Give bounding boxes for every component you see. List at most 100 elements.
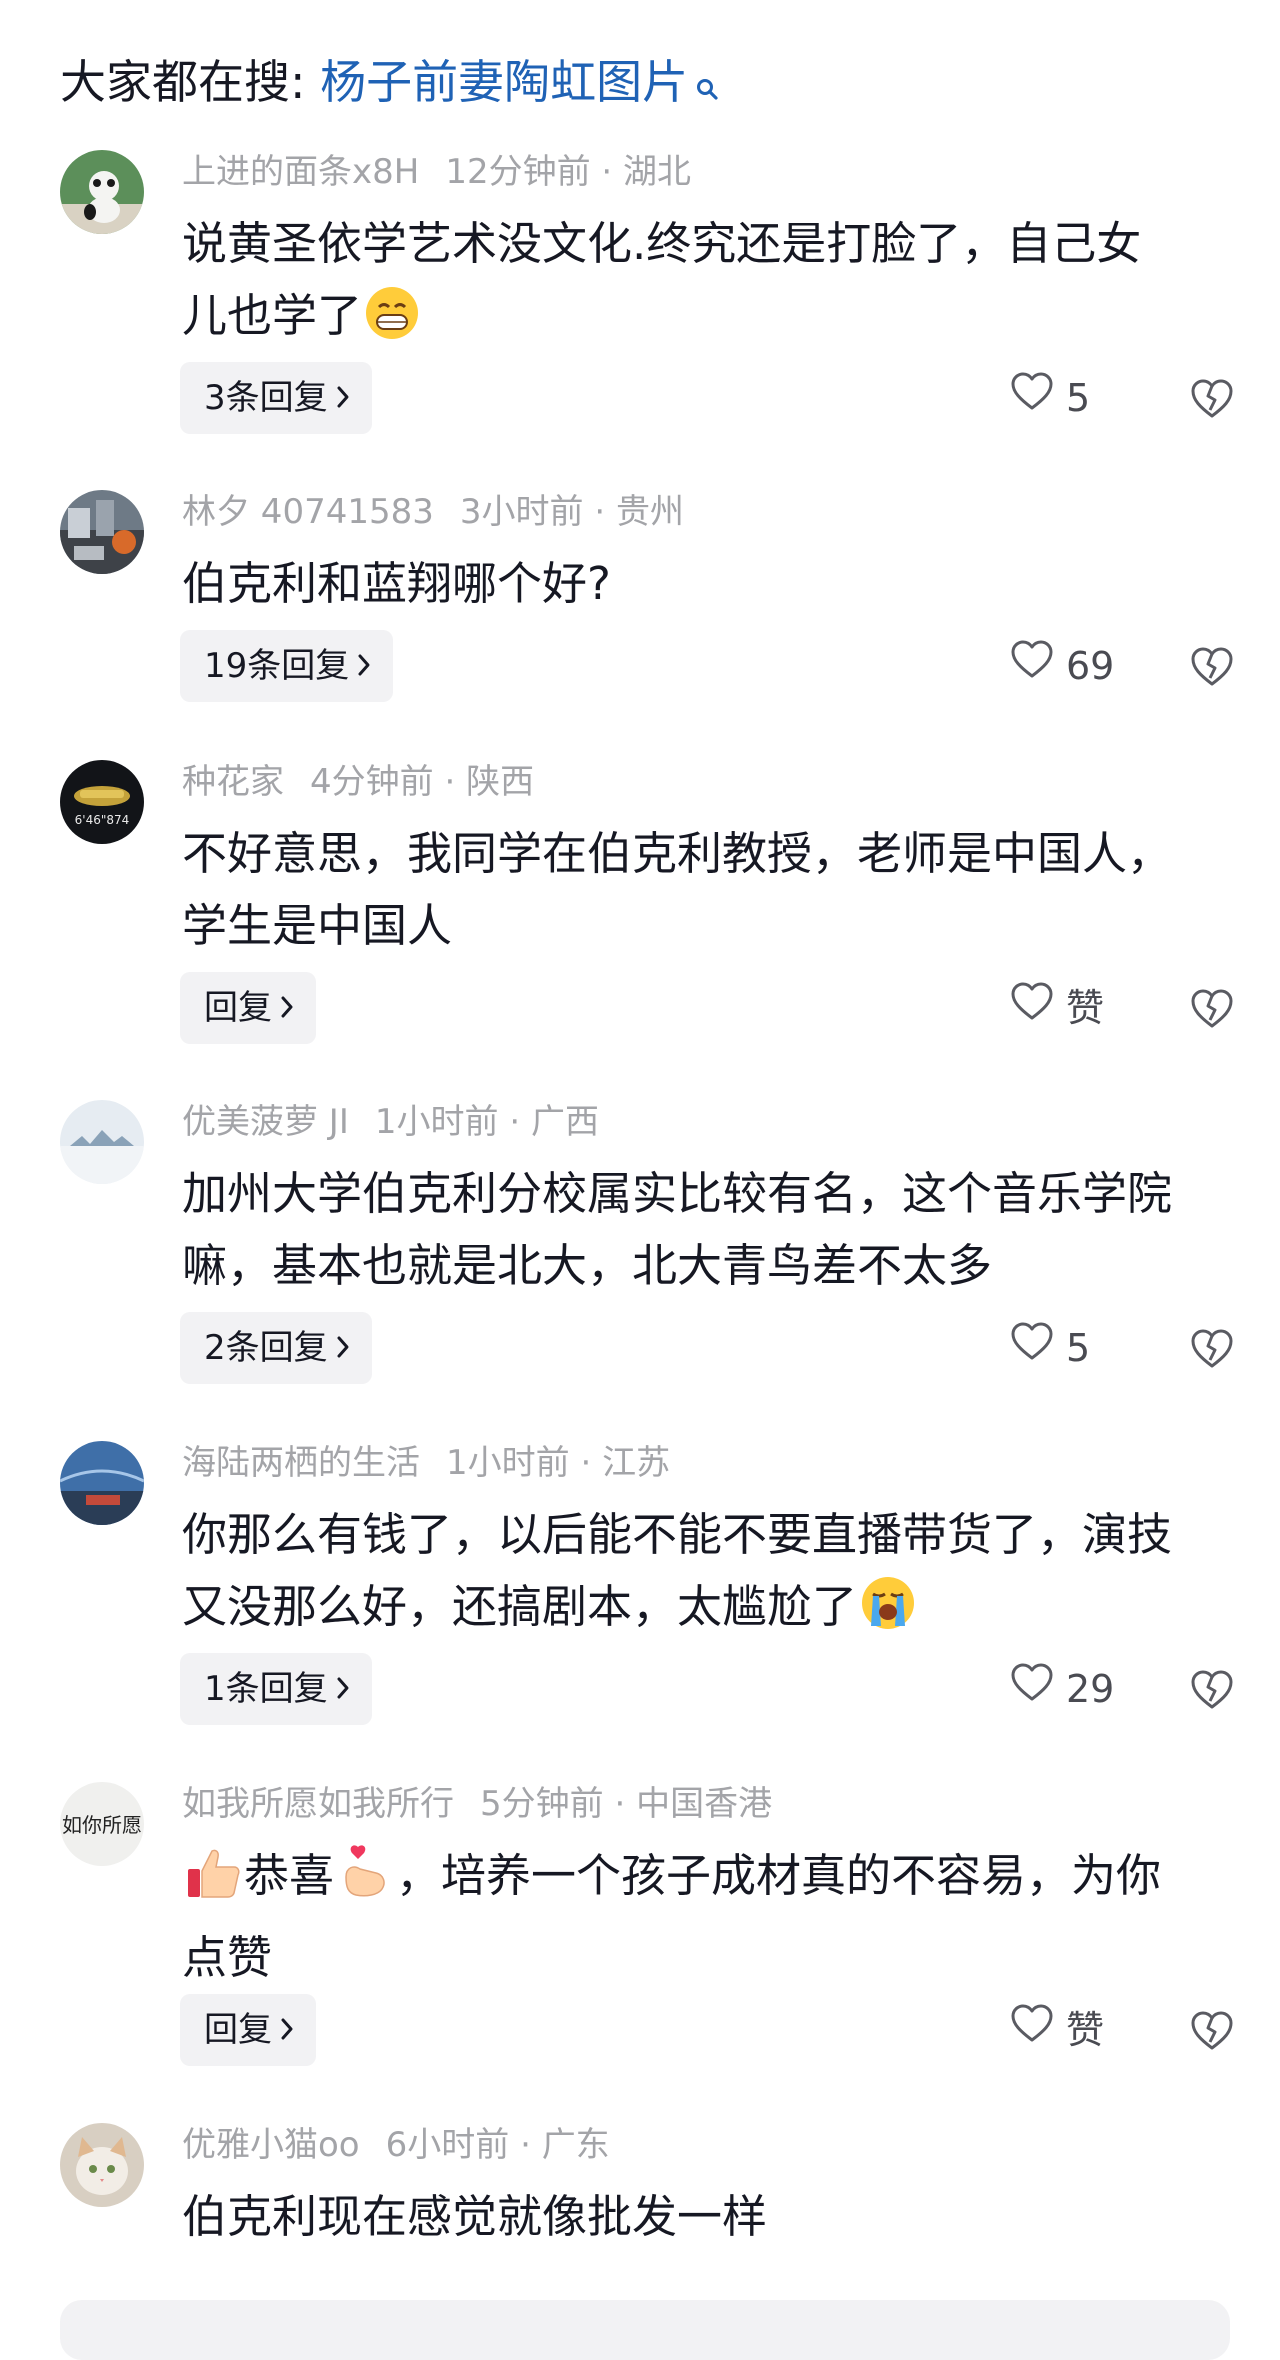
comment-text-line: 加州大学伯克利分校属实比较有名，这个音乐学院 <box>182 1167 1173 1220</box>
comment-meta: 如我所愿如我所行 5分钟前 · 中国香港 <box>182 1782 772 1826</box>
reply-label: 回复 <box>204 988 272 1028</box>
comment-location: 陕西 <box>466 762 535 802</box>
avatar[interactable]: 如你所愿 <box>60 1782 144 1866</box>
dislike-button[interactable] <box>1190 1667 1234 1711</box>
view-replies-label: 3条回复 <box>204 378 328 418</box>
comment-location: 广西 <box>530 1102 599 1142</box>
comment-item: 优雅小猫oo 6小时前 · 广东 伯克利现在感觉就像批发一样 <box>0 2123 1280 2273</box>
view-replies-label: 19条回复 <box>204 646 350 686</box>
avatar[interactable] <box>60 490 144 574</box>
like-count: 5 <box>1066 376 1091 420</box>
comment-time: 1小时前 <box>446 1443 570 1483</box>
like-button[interactable]: 69 <box>1010 630 1114 702</box>
avatar[interactable] <box>60 2123 144 2207</box>
comment-location: 贵州 <box>615 492 684 532</box>
comment-text: 加州大学伯克利分校属实比较有名，这个音乐学院 嘛，基本也就是北大，北大青鸟差不太… <box>182 1158 1228 1302</box>
comment-location: 湖北 <box>623 152 692 192</box>
comment-text: 伯克利和蓝翔哪个好? <box>182 548 1228 620</box>
comment-time: 1小时前 <box>374 1102 499 1142</box>
avatar[interactable]: 6'46"874 <box>60 760 144 844</box>
username[interactable]: 如我所愿如我所行 <box>182 1784 454 1824</box>
meta-separator: · <box>594 492 606 532</box>
reply-label: 回复 <box>204 2010 272 2050</box>
chevron-right-icon <box>280 1994 294 2066</box>
comment-input-bar[interactable] <box>60 2300 1230 2360</box>
comment-text: 说黄圣依学艺术没文化.终究还是打脸了，自己女 儿也学了 <box>182 208 1228 362</box>
username[interactable]: 海陆两栖的生活 <box>182 1443 420 1483</box>
like-count: 5 <box>1066 1326 1091 1370</box>
broken-heart-icon <box>1191 647 1233 686</box>
comment-text-line: 点赞 <box>182 1931 273 1984</box>
reply-button[interactable]: 回复 <box>180 1994 316 2066</box>
comment-text-line: 说黄圣依学艺术没文化.终究还是打脸了，自己女 <box>182 217 1142 270</box>
dislike-button[interactable] <box>1190 644 1234 688</box>
comment-text: 恭喜 ，培养一个孩子成材真的不容易，为你 点赞 <box>182 1840 1228 1994</box>
username[interactable]: 林夕 40741583 <box>182 492 434 532</box>
dislike-button[interactable] <box>1190 2008 1234 2052</box>
comment-text-line-with-emoji: 又没那么好，还搞剧本，太尴尬了 <box>182 1571 1228 1653</box>
search-icon <box>696 54 718 114</box>
comment-time: 6小时前 <box>385 2125 510 2165</box>
heart-icon <box>1010 1312 1054 1384</box>
comment-meta: 优美菠萝 JI 1小时前 · 广西 <box>182 1100 599 1144</box>
heart-icon <box>1010 630 1054 702</box>
chevron-right-icon <box>336 1653 350 1725</box>
broken-heart-icon <box>1191 1670 1233 1709</box>
comment-location: 中国香港 <box>636 1784 773 1824</box>
heart-icon <box>1010 362 1054 434</box>
username[interactable]: 优美菠萝 JI <box>182 1102 349 1142</box>
comment-meta: 优雅小猫oo 6小时前 · 广东 <box>182 2123 610 2167</box>
avatar[interactable] <box>60 1441 144 1525</box>
like-button[interactable]: 赞 <box>1010 972 1104 1044</box>
comment-location: 江苏 <box>602 1443 671 1483</box>
like-button[interactable]: 赞 <box>1010 1994 1104 2066</box>
comment-item: 6'46"874 种花家 4分钟前 · 陕西 不好意思，我同学在伯克利教授，老师是… <box>0 760 1280 1060</box>
avatar[interactable] <box>60 1100 144 1184</box>
avatar[interactable] <box>60 150 144 234</box>
view-replies-label: 2条回复 <box>204 1328 328 1368</box>
search-suggestion[interactable]: 大家都在搜: 杨子前妻陶虹图片 <box>60 52 718 112</box>
search-suggestion-term[interactable]: 杨子前妻陶虹图片 <box>320 55 688 109</box>
like-button[interactable]: 29 <box>1010 1653 1114 1725</box>
username[interactable]: 上进的面条x8H <box>182 152 419 192</box>
comment-meta: 种花家 4分钟前 · 陕西 <box>182 760 534 804</box>
meta-separator: · <box>444 762 456 802</box>
username[interactable]: 种花家 <box>182 762 284 802</box>
avatar-text: 6'46"874 <box>75 813 130 827</box>
crying-emoji-icon <box>859 1574 917 1653</box>
comment-text-line: 伯克利现在感觉就像批发一样 <box>182 2190 768 2243</box>
view-replies-button[interactable]: 2条回复 <box>180 1312 372 1384</box>
username[interactable]: 优雅小猫oo <box>182 2125 360 2165</box>
dislike-button[interactable] <box>1190 376 1234 420</box>
dislike-button[interactable] <box>1190 986 1234 1030</box>
comment-item: 优美菠萝 JI 1小时前 · 广西 加州大学伯克利分校属实比较有名，这个音乐学院 … <box>0 1100 1280 1400</box>
like-button[interactable]: 5 <box>1010 1312 1090 1384</box>
comment-meta: 林夕 40741583 3小时前 · 贵州 <box>182 490 684 534</box>
like-button[interactable]: 5 <box>1010 362 1090 434</box>
comment-text-line: 儿也学了 <box>182 289 363 342</box>
heart-icon <box>1010 972 1054 1044</box>
comment-text: 伯克利现在感觉就像批发一样 <box>182 2181 1228 2253</box>
broken-heart-icon <box>1191 989 1233 1028</box>
view-replies-button[interactable]: 19条回复 <box>180 630 394 702</box>
comment-item: 海陆两栖的生活 1小时前 · 江苏 你那么有钱了，以后能不能不要直播带货了，演技 … <box>0 1441 1280 1741</box>
meta-separator: · <box>509 1102 521 1142</box>
search-suggestion-prefix: 大家都在搜: <box>60 55 321 109</box>
comment-time: 3小时前 <box>459 492 584 532</box>
comment-text-line: 伯克利和蓝翔哪个好? <box>182 557 611 610</box>
comment-meta: 上进的面条x8H 12分钟前 · 湖北 <box>182 150 691 194</box>
comment-text-line-with-emoji: 儿也学了 <box>182 280 1228 362</box>
comment-item: 如你所愿 如我所愿如我所行 5分钟前 · 中国香港 恭喜 ，培养一个孩子成材真的不容… <box>0 1782 1280 2082</box>
dislike-button[interactable] <box>1190 1326 1234 1370</box>
thumbs-up-emoji-icon <box>184 1843 242 1922</box>
reply-button[interactable]: 回复 <box>180 972 316 1044</box>
chevron-right-icon <box>336 362 350 434</box>
chevron-right-icon <box>336 1312 350 1384</box>
view-replies-button[interactable]: 3条回复 <box>180 362 372 434</box>
comment-text-line: 你那么有钱了，以后能不能不要直播带货了，演技 <box>182 1508 1173 1561</box>
chevron-right-icon <box>357 630 371 702</box>
comment-text-line-with-emoji: 恭喜 ，培养一个孩子成材真的不容易，为你 <box>182 1840 1228 1922</box>
view-replies-button[interactable]: 1条回复 <box>180 1653 372 1725</box>
avatar-text: 如你所愿 <box>62 1813 142 1837</box>
like-count: 29 <box>1066 1667 1115 1711</box>
